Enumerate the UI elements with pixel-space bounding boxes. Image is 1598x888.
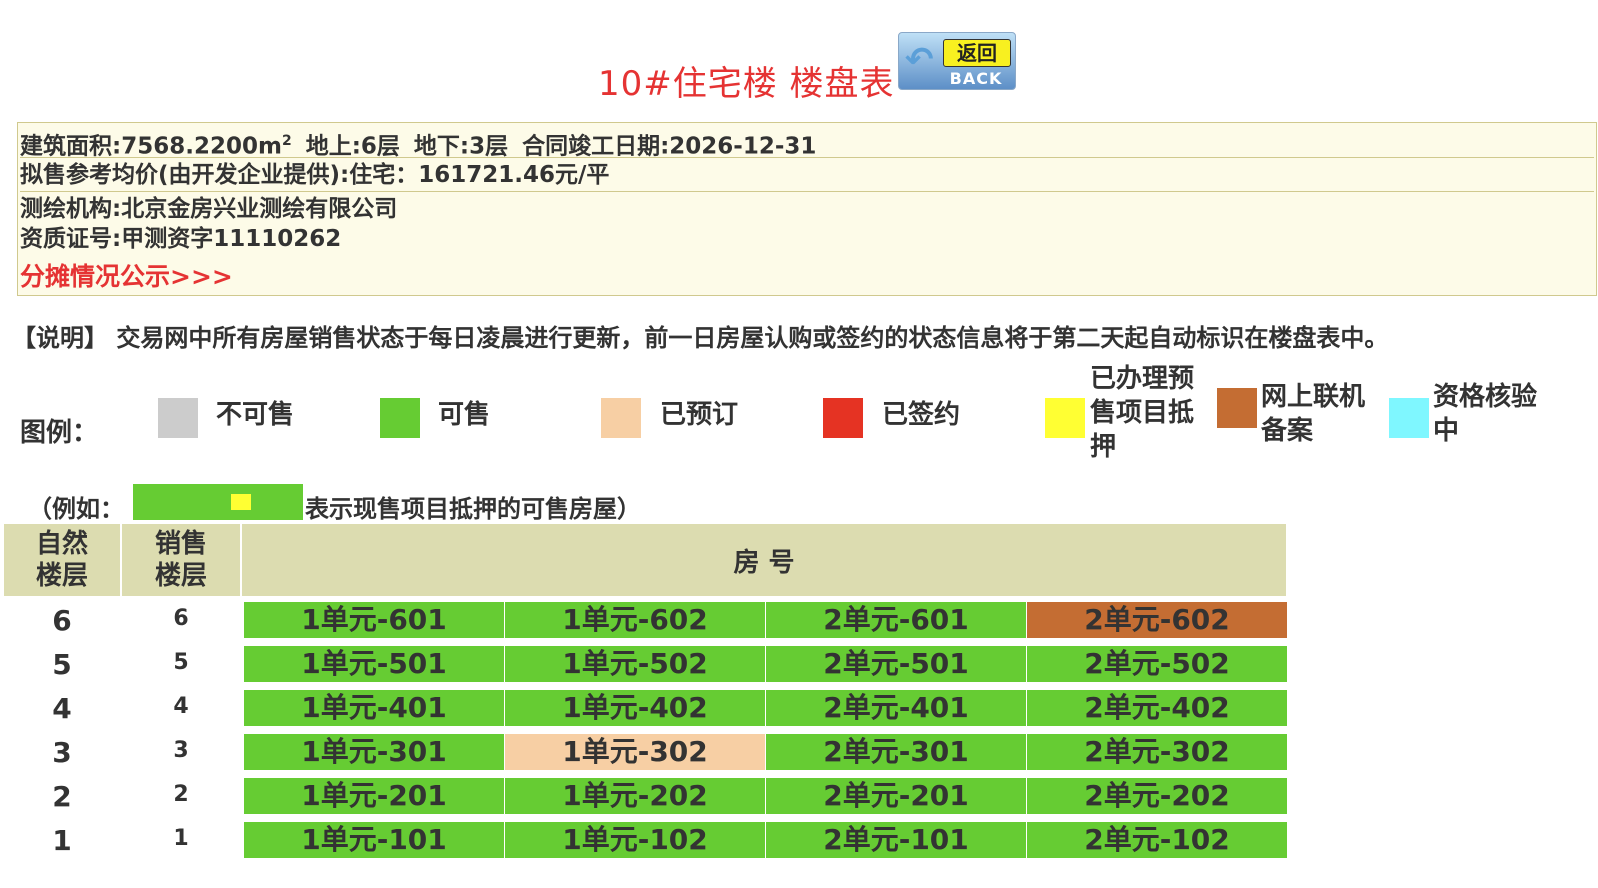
- unit-cell[interactable]: 1单元-202: [505, 778, 765, 814]
- completion-date: 合同竣工日期:2026-12-31: [522, 133, 817, 160]
- back-button-label-en: BACK: [949, 69, 1003, 88]
- legend-swatch-2: [601, 398, 641, 438]
- natural-floor: 4: [52, 692, 72, 725]
- below-ground-floors: 地下:3层: [413, 133, 509, 160]
- unit-cell[interactable]: 1单元-101: [244, 822, 504, 858]
- legend-label: 图例：: [20, 418, 99, 448]
- unit-cell[interactable]: 2单元-502: [1027, 646, 1287, 682]
- header-room-no: 房 号: [242, 524, 1286, 596]
- back-arrow-icon: ↶: [905, 40, 934, 80]
- header-natural-floor: 自然楼层: [4, 524, 120, 596]
- back-button[interactable]: ↶ 返回 BACK: [898, 32, 1016, 90]
- example-suffix: 表示现售项目抵押的可售房屋）: [305, 495, 641, 523]
- unit-cell[interactable]: 2单元-101: [766, 822, 1026, 858]
- unit-cell[interactable]: 2单元-302: [1027, 734, 1287, 770]
- unit-cell[interactable]: 1单元-402: [505, 690, 765, 726]
- legend-swatch-4: [1045, 398, 1085, 438]
- legend-swatch-3: [823, 398, 863, 438]
- sale-floor: 2: [173, 782, 189, 807]
- legend-swatch-5: [1217, 388, 1257, 428]
- natural-floor: 2: [52, 780, 72, 813]
- sale-floor: 1: [173, 826, 189, 851]
- legend-label-2: 已预订: [660, 400, 739, 430]
- above-ground-floors: 地上:6层: [305, 133, 400, 160]
- unit-cell[interactable]: 1单元-102: [505, 822, 765, 858]
- unit-cell[interactable]: 2单元-401: [766, 690, 1026, 726]
- example-mortgage-dot: [231, 494, 251, 510]
- legend-label-6: 资格核验中: [1433, 382, 1538, 446]
- unit-cell[interactable]: 2单元-201: [766, 778, 1026, 814]
- sale-floor: 5: [173, 650, 189, 675]
- back-button-label-cn: 返回: [943, 39, 1011, 67]
- legend-label-0: 不可售: [216, 400, 295, 430]
- legend-label-1: 可售: [438, 400, 491, 430]
- natural-floor: 3: [52, 736, 72, 769]
- unit-cell[interactable]: 2单元-501: [766, 646, 1026, 682]
- sale-floor: 6: [173, 606, 189, 631]
- header-sale-floor: 销售楼层: [122, 524, 240, 596]
- allocation-link[interactable]: 分摊情况公示>>>: [20, 257, 233, 293]
- reference-price: 拟售参考均价(由开发企业提供):住宅：161721.46元/平: [20, 159, 1594, 192]
- cert-number: 资质证号:甲测资字11110262: [20, 226, 342, 252]
- example-swatch: [133, 484, 303, 520]
- unit-cell[interactable]: 2单元-602: [1027, 602, 1287, 638]
- unit-cell[interactable]: 1单元-401: [244, 690, 504, 726]
- building-info-panel: 建筑面积:7568.2200m2 地上:6层 地下:3层 合同竣工日期:2026-12…: [17, 122, 1597, 296]
- area-unit-superscript: 2: [281, 133, 292, 149]
- unit-cell[interactable]: 2单元-202: [1027, 778, 1287, 814]
- unit-cell[interactable]: 1单元-302: [505, 734, 765, 770]
- info-line-area: 建筑面积:7568.2200m2 地上:6层 地下:3层 合同竣工日期:2026-12…: [20, 125, 1594, 160]
- sale-floor: 4: [173, 694, 189, 719]
- natural-floor: 5: [52, 648, 72, 681]
- unit-cell[interactable]: 1单元-602: [505, 602, 765, 638]
- unit-cell[interactable]: 1单元-501: [244, 646, 504, 682]
- unit-cell[interactable]: 2单元-102: [1027, 822, 1287, 858]
- legend-label-5: 网上联机备案: [1261, 382, 1366, 446]
- legend-swatch-0: [158, 398, 198, 438]
- title-row: 10#住宅楼 楼盘表 ↶ 返回 BACK: [0, 30, 1598, 104]
- unit-cell[interactable]: 2单元-601: [766, 602, 1026, 638]
- building-area: 建筑面积:7568.2200m: [20, 133, 282, 160]
- notice-text: 【说明】 交易网中所有房屋销售状态于每日凌晨进行更新，前一日房屋认购或签约的状态…: [12, 324, 1389, 352]
- natural-floor: 1: [52, 824, 72, 857]
- legend-label-3: 已签约: [882, 400, 961, 430]
- unit-cell[interactable]: 1单元-502: [505, 646, 765, 682]
- example-prefix: （例如：: [28, 495, 124, 523]
- unit-cell[interactable]: 1单元-201: [244, 778, 504, 814]
- unit-cell[interactable]: 1单元-301: [244, 734, 504, 770]
- header-natural-floor-label: 自然楼层: [35, 529, 88, 591]
- header-sale-floor-label: 销售楼层: [154, 529, 207, 591]
- page-title: 10#住宅楼 楼盘表: [598, 64, 895, 104]
- unit-cell[interactable]: 2单元-402: [1027, 690, 1287, 726]
- unit-cell[interactable]: 2单元-301: [766, 734, 1026, 770]
- survey-org: 测绘机构:北京金房兴业测绘有限公司: [20, 196, 398, 222]
- legend-swatch-1: [380, 398, 420, 438]
- legend-swatch-6: [1389, 398, 1429, 438]
- legend-label-4: 已办理预售项目抵押: [1090, 364, 1195, 462]
- natural-floor: 6: [52, 604, 72, 637]
- sale-floor: 3: [173, 738, 189, 763]
- unit-cell[interactable]: 1单元-601: [244, 602, 504, 638]
